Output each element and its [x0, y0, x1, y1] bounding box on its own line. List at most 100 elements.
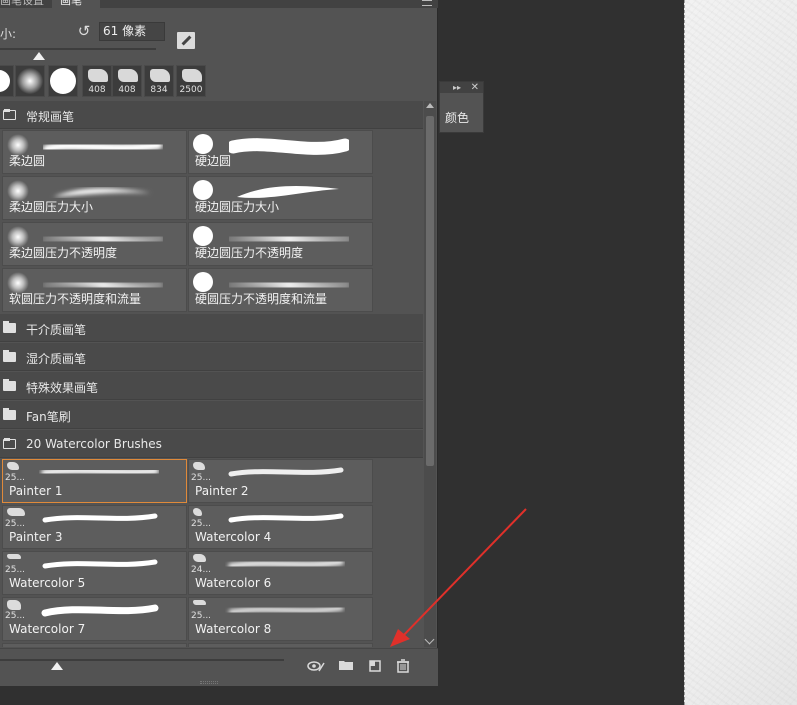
- hard-round-tip-icon: [193, 134, 213, 154]
- scroll-up-icon[interactable]: [426, 103, 434, 108]
- hard-round-tip-icon: [0, 70, 10, 92]
- brush-tip-icon: [7, 462, 19, 470]
- brush-soft-round-pressure-size[interactable]: 柔边圆压力大小: [2, 176, 187, 220]
- soft-round-tip-icon: [17, 68, 43, 94]
- recent-brush-2[interactable]: [15, 65, 45, 97]
- recent-brush-5[interactable]: 408: [112, 65, 142, 97]
- folder-icon: [3, 408, 16, 420]
- brush-label: 软圆压力不透明度和流量: [9, 292, 142, 306]
- hard-round-tip-icon: [193, 226, 213, 246]
- brush-watercolor-4[interactable]: 25... Watercolor 4: [188, 505, 373, 549]
- folder-label: 干介质画笔: [26, 323, 87, 337]
- brush-watercolor-6[interactable]: 24... Watercolor 6: [188, 551, 373, 595]
- brush-tip-icon: [193, 462, 205, 470]
- brush-painter-3[interactable]: 25... Painter 3: [2, 505, 187, 549]
- brush-partial-row[interactable]: [2, 643, 187, 647]
- brush-painter-1[interactable]: 25... Painter 1: [2, 459, 187, 503]
- reset-size-icon[interactable]: ↺: [76, 23, 92, 39]
- brush-size-badge: 408: [88, 85, 106, 95]
- brush-hard-round[interactable]: 硬边圆: [188, 130, 373, 174]
- folder-icon: [3, 321, 16, 333]
- create-brush-icon[interactable]: [177, 32, 195, 49]
- brush-list[interactable]: 常规画笔 柔边圆 硬边圆 柔边圆压力大小 硬边圆压力大小 柔边圆压力不透明度 硬…: [0, 101, 423, 647]
- brush-tip-icon: [88, 69, 108, 82]
- recent-brush-3[interactable]: [48, 65, 78, 97]
- brush-tip-icon: [193, 600, 206, 605]
- brush-soft-round[interactable]: 柔边圆: [2, 130, 187, 174]
- brush-hard-round-pressure-opacity[interactable]: 硬边圆压力不透明度: [188, 222, 373, 266]
- folder-general-brushes[interactable]: 常规画笔: [0, 101, 423, 129]
- brush-label: 柔边圆压力大小: [9, 200, 94, 214]
- folder-open-icon: [3, 109, 16, 120]
- recent-brushes-row: 408 408 834 2500: [0, 65, 210, 98]
- document-canvas[interactable]: [684, 0, 797, 705]
- brush-watercolor-5[interactable]: 25... Watercolor 5: [2, 551, 187, 595]
- brush-label: Watercolor 5: [9, 576, 86, 590]
- panel-footer: [0, 648, 438, 686]
- brush-tip-icon: [7, 600, 21, 610]
- color-panel-label[interactable]: 颜色: [445, 109, 469, 126]
- folder-watercolor-brushes[interactable]: 20 Watercolor Brushes: [0, 430, 423, 458]
- brush-tip-icon: [182, 69, 202, 82]
- brush-label: Watercolor 8: [195, 622, 272, 636]
- toggle-preview-eye-icon[interactable]: [307, 658, 325, 674]
- brush-hard-round-pressure-size[interactable]: 硬边圆压力大小: [188, 176, 373, 220]
- watercolor-stroke-preview: [228, 467, 344, 477]
- close-icon[interactable]: ✕: [471, 82, 479, 93]
- recent-brush-1[interactable]: [0, 65, 14, 97]
- brush-watercolor-8[interactable]: 25... Watercolor 8: [188, 597, 373, 641]
- brush-label: Watercolor 4: [195, 530, 272, 544]
- tab-brush-settings[interactable]: 画笔设置: [0, 0, 52, 8]
- brush-label: Painter 2: [195, 484, 249, 498]
- scroll-thumb[interactable]: [426, 116, 434, 466]
- brush-label: 柔边圆: [9, 154, 46, 168]
- size-input[interactable]: 61 像素: [99, 22, 165, 41]
- size-slider-track[interactable]: [0, 48, 156, 50]
- size-slider-knob[interactable]: [33, 52, 45, 60]
- new-group-folder-icon[interactable]: [337, 658, 355, 674]
- brush-tip-icon: [7, 554, 21, 559]
- trash-icon[interactable]: [394, 658, 412, 674]
- brush-label: Painter 3: [9, 530, 63, 544]
- color-panel-collapsed[interactable]: ▸▸ ✕ 颜色: [439, 81, 484, 133]
- brush-soft-round-pressure-opacity[interactable]: 柔边圆压力不透明度: [2, 222, 187, 266]
- folder-icon: [3, 350, 16, 362]
- brush-tip-icon: [7, 508, 25, 516]
- folder-dry-media[interactable]: 干介质画笔: [0, 314, 423, 342]
- folder-fan-brushes[interactable]: Fan笔刷: [0, 401, 423, 429]
- brush-size-label: 25...: [191, 611, 212, 621]
- watercolor-stroke-preview: [228, 605, 344, 615]
- expand-panel-icon[interactable]: ▸▸: [453, 82, 461, 93]
- brush-size-label: 25...: [5, 611, 26, 621]
- brush-label: Watercolor 6: [195, 576, 272, 590]
- brush-size-badge: 408: [118, 85, 136, 95]
- resize-grip[interactable]: [200, 681, 218, 684]
- brush-partial-row[interactable]: [188, 643, 373, 647]
- hard-round-tip-icon: [193, 180, 213, 200]
- brush-size-label: 25...: [5, 565, 26, 575]
- folder-wet-media[interactable]: 湿介质画笔: [0, 343, 423, 371]
- hard-stroke-preview: [229, 138, 349, 155]
- brushes-panel: 画笔设置 画笔 小: ↺ 61 像素 408 408 834 2500 常规画笔…: [0, 0, 438, 686]
- brush-watercolor-7[interactable]: 25... Watercolor 7: [2, 597, 187, 641]
- new-brush-icon[interactable]: [366, 658, 384, 674]
- brush-tip-icon: [193, 554, 206, 562]
- brush-size-label: 25...: [5, 473, 26, 483]
- watercolor-stroke-preview: [228, 513, 344, 523]
- recent-brush-6[interactable]: 834: [144, 65, 174, 97]
- tab-brushes[interactable]: 画笔: [52, 0, 100, 8]
- recent-brush-4[interactable]: 408: [82, 65, 112, 97]
- panel-menu-icon[interactable]: [422, 0, 432, 6]
- size-row: 小: ↺ 61 像素: [0, 22, 438, 42]
- brush-painter-2[interactable]: 25... Painter 2: [188, 459, 373, 503]
- brush-tip-icon: [150, 69, 170, 82]
- brush-hard-round-pressure-opacity-flow[interactable]: 硬圆压力不透明度和流量: [188, 268, 373, 312]
- recent-brush-7[interactable]: 2500: [176, 65, 206, 97]
- brush-soft-round-pressure-opacity-flow[interactable]: 软圆压力不透明度和流量: [2, 268, 187, 312]
- panel-tab-bar: 画笔设置 画笔: [0, 0, 438, 8]
- brush-size-label: 25...: [5, 519, 26, 529]
- folder-special-effects[interactable]: 特殊效果画笔: [0, 372, 423, 400]
- preview-size-slider-track[interactable]: [0, 659, 284, 661]
- hard-round-tip-icon: [50, 68, 76, 94]
- preview-size-slider-knob[interactable]: [50, 662, 63, 670]
